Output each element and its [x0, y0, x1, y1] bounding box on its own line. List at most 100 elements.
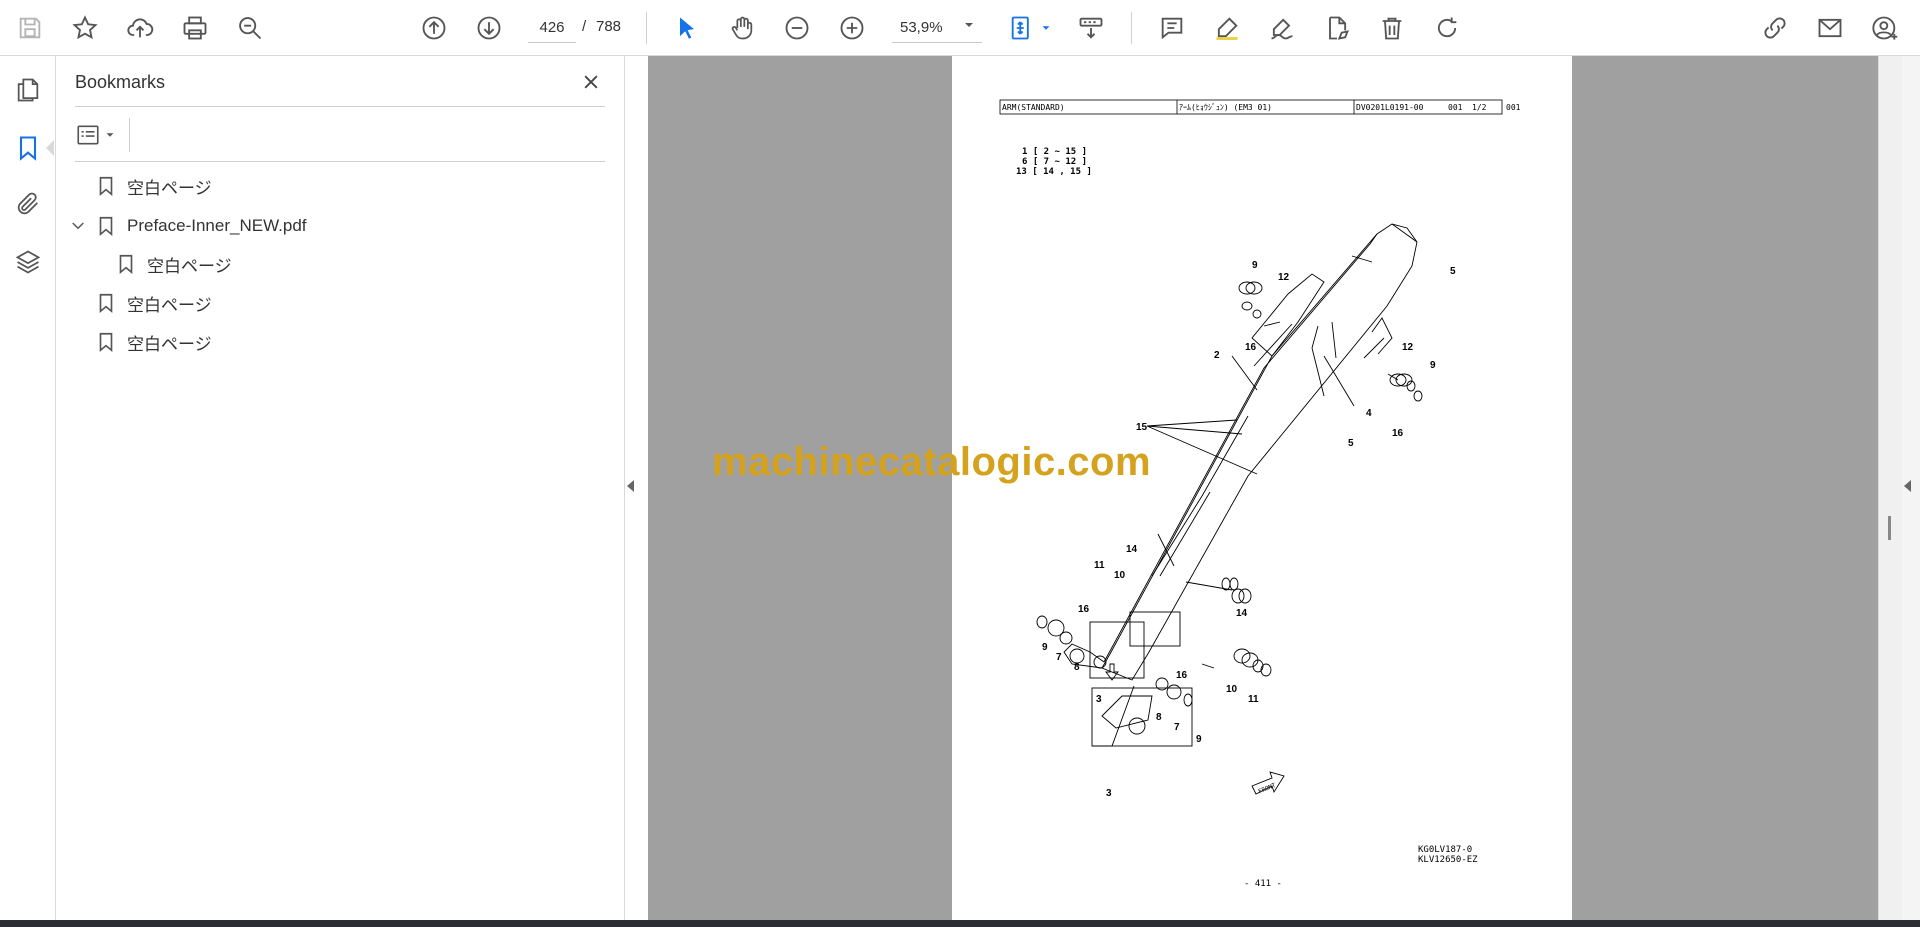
header-cell: 001 — [1506, 103, 1521, 112]
callout: 16 — [1176, 670, 1188, 681]
callout: 3 — [1106, 788, 1112, 799]
header-cell: 001 — [1448, 103, 1463, 112]
search-icon[interactable] — [232, 10, 268, 46]
bookmark-label: 空白ページ — [127, 295, 212, 315]
save-icon[interactable] — [12, 10, 48, 46]
page-total: 788 — [596, 18, 622, 35]
bookmarks-panel: Bookmarks 空白ページ Preface-Inner_NEW.pdf 空白… — [57, 56, 625, 920]
callout: 16 — [1245, 342, 1257, 353]
print-icon[interactable] — [177, 10, 213, 46]
callout: 12 — [1402, 342, 1414, 353]
toolbar-divider — [646, 12, 647, 44]
reference-code: KLV12650-EZ — [1418, 855, 1478, 865]
page-thumbnails-icon[interactable] — [10, 72, 46, 108]
bookmark-icon — [99, 293, 113, 314]
bookmarks-icon[interactable] — [10, 130, 46, 166]
zoom-out-icon[interactable] — [779, 10, 815, 46]
callout: 15 — [1136, 422, 1148, 433]
upload-cloud-icon[interactable] — [122, 10, 158, 46]
pdf-reader-window: / 788 53,9% — [0, 0, 1920, 927]
callout: 10 — [1226, 684, 1238, 695]
index-line: 1 [ 2 ~ 15 ] — [1022, 147, 1087, 157]
expand-right-panel-handle[interactable] — [1904, 480, 1911, 492]
header-cell: ｱｰﾑ(ﾋｮｳｼﾞｭﾝ) (EM3 01) — [1179, 103, 1272, 112]
bookmark-options-button[interactable] — [75, 120, 123, 150]
callout: 7 — [1056, 652, 1062, 663]
index-line: 13 [ 14 , 15 ] — [1016, 167, 1092, 177]
page-number-input[interactable] — [528, 13, 576, 43]
index-line: 6 [ 7 ~ 12 ] — [1022, 157, 1087, 167]
share-link-icon[interactable] — [1757, 10, 1793, 46]
document-viewer[interactable]: ARM(STANDARD) ｱｰﾑ(ﾋｮｳｼﾞｭﾝ) (EM3 01) DV02… — [648, 56, 1878, 920]
next-page-icon[interactable] — [471, 10, 507, 46]
zoom-level-value: 53,9% — [900, 19, 943, 36]
navigation-rail — [0, 56, 56, 920]
header-table: ARM(STANDARD) ｱｰﾑ(ﾋｮｳｼﾞｭﾝ) (EM3 01) DV02… — [999, 99, 1521, 115]
toolbar-divider — [1131, 12, 1132, 44]
comment-icon[interactable] — [1154, 10, 1190, 46]
front-label: FRONT — [1257, 782, 1277, 795]
callout: 8 — [1074, 662, 1080, 673]
callout: 12 — [1278, 272, 1290, 283]
delete-trash-icon[interactable] — [1374, 10, 1410, 46]
edit-document-icon[interactable] — [1319, 10, 1355, 46]
callout: 11 — [1248, 694, 1259, 705]
bookmark-item[interactable]: Preface-Inner_NEW.pdf — [95, 212, 307, 240]
rotate-icon[interactable] — [1429, 10, 1465, 46]
vertical-scrollbar[interactable] — [1878, 56, 1902, 920]
active-panel-indicator — [46, 140, 54, 156]
divider — [75, 106, 605, 107]
callout: 14 — [1126, 544, 1138, 555]
chevron-down-icon[interactable] — [962, 18, 976, 32]
chevron-down-icon — [106, 133, 114, 137]
divider — [129, 118, 130, 152]
taskbar-strip — [0, 920, 1920, 927]
top-toolbar: / 788 53,9% — [0, 0, 1920, 56]
bookmark-icon — [99, 332, 113, 353]
callout: 8 — [1156, 712, 1162, 723]
callout: 3 — [1096, 694, 1102, 705]
fit-page-icon[interactable] — [1004, 10, 1040, 46]
callout: 10 — [1114, 570, 1126, 581]
reference-code: KG0LV187-0 — [1418, 845, 1472, 855]
scrollbar-thumb[interactable] — [1888, 516, 1891, 540]
callout: 5 — [1348, 438, 1354, 449]
attachments-paperclip-icon[interactable] — [10, 186, 46, 222]
bookmark-item[interactable]: 空白ページ — [95, 328, 212, 356]
list-options-icon — [77, 125, 99, 145]
fit-dropdown-icon[interactable] — [1040, 22, 1052, 34]
account-icon[interactable] — [1867, 10, 1903, 46]
arm-drawing — [1036, 223, 1423, 795]
email-icon[interactable] — [1812, 10, 1848, 46]
close-icon[interactable] — [577, 68, 605, 96]
callout: 14 — [1236, 608, 1248, 619]
star-icon[interactable] — [67, 10, 103, 46]
watermark-text: machinecatalogic.com — [712, 440, 1152, 484]
bookmark-item[interactable]: 空白ページ — [95, 289, 212, 317]
previous-page-icon[interactable] — [416, 10, 452, 46]
panel-title: Bookmarks — [75, 72, 166, 92]
callout: 16 — [1392, 428, 1404, 439]
divider — [75, 161, 605, 162]
header-cell: 1/2 — [1472, 103, 1487, 112]
bookmark-label: Preface-Inner_NEW.pdf — [127, 216, 307, 235]
chevron-down-icon[interactable] — [69, 217, 87, 235]
hand-tool-icon[interactable] — [724, 10, 760, 46]
callout: 9 — [1252, 260, 1258, 271]
scroll-mode-icon[interactable] — [1073, 10, 1109, 46]
bookmark-item[interactable]: 空白ページ — [115, 250, 232, 278]
header-cell: DV0201L0191-00 — [1356, 103, 1424, 112]
callout: 2 — [1214, 350, 1220, 361]
parts-diagram: ARM(STANDARD) ｱｰﾑ(ﾋｮｳｼﾞｭﾝ) (EM3 01) DV02… — [999, 99, 1521, 889]
callout: 5 — [1450, 266, 1456, 277]
callout: 4 — [1366, 408, 1372, 419]
collapse-panel-handle[interactable] — [627, 480, 634, 492]
layers-icon[interactable] — [10, 244, 46, 280]
select-cursor-icon[interactable] — [669, 10, 705, 46]
zoom-in-icon[interactable] — [834, 10, 870, 46]
page-separator: / — [582, 18, 587, 35]
bookmark-icon — [99, 176, 113, 197]
bookmark-item[interactable]: 空白ページ — [95, 172, 212, 200]
highlight-pen-icon[interactable] — [1209, 10, 1245, 46]
draw-signature-icon[interactable] — [1264, 10, 1300, 46]
